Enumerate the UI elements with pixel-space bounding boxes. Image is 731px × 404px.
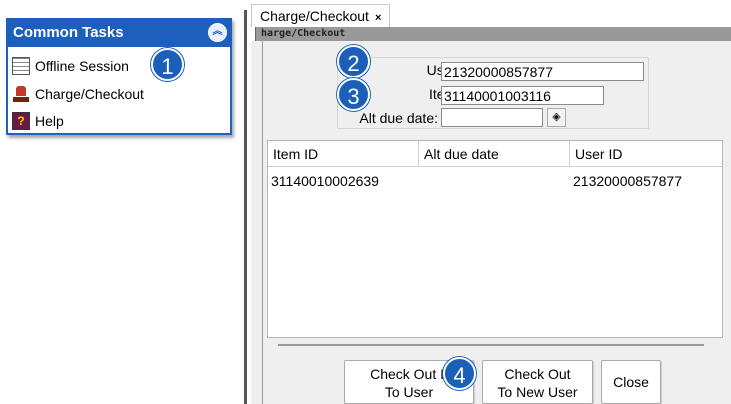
common-tasks-header[interactable]: Common Tasks ︽ (6, 18, 232, 47)
workspace-title: harge/Checkout (261, 28, 346, 39)
item-id-field[interactable] (441, 86, 604, 105)
task-offline-session[interactable]: Offline Session (12, 55, 129, 77)
check-out-new-line1: Check Out (504, 366, 571, 382)
task-charge-checkout[interactable]: Charge/Checkout (12, 83, 144, 105)
alt-due-date-label: Alt due date: (359, 110, 438, 126)
common-tasks-panel: Common Tasks ︽ Offline Session Charge/Ch… (6, 18, 232, 135)
column-alt-due-date[interactable]: Alt due date (419, 141, 570, 167)
task-charge-checkout-label: Charge/Checkout (35, 86, 144, 102)
callout-3: 3 (337, 78, 370, 111)
checkout-table: Item ID Alt due date User ID 31140010002… (267, 140, 723, 338)
panel-divider[interactable] (244, 10, 247, 404)
charge-checkout-icon (12, 85, 30, 103)
workspace-title-strip: harge/Checkout (251, 27, 731, 41)
task-help[interactable]: ? Help (12, 110, 64, 132)
cell-user-id: 21320000857877 (573, 173, 683, 189)
check-out-new-user-button[interactable]: Check Out To New User (482, 360, 593, 404)
task-offline-session-label: Offline Session (35, 58, 129, 74)
callout-2: 2 (337, 45, 370, 78)
button-separator (278, 344, 704, 346)
check-out-new-line2: To New User (497, 384, 578, 400)
checkout-workspace: harge/Checkout User ID: Item ID: Alt due… (251, 27, 731, 404)
callout-4: 4 (443, 357, 476, 390)
close-button[interactable]: Close (601, 360, 661, 404)
tab-charge-checkout[interactable]: Charge/Checkout × (251, 4, 391, 28)
cell-alt-due-date (419, 171, 570, 191)
user-id-field[interactable] (441, 62, 644, 81)
alt-due-date-field[interactable] (441, 108, 543, 127)
checkout-form: User ID: Item ID: Alt due date: ◈ (337, 57, 649, 129)
collapse-icon[interactable]: ︽ (208, 23, 227, 42)
column-item-id[interactable]: Item ID (268, 141, 419, 167)
common-tasks-title: Common Tasks (13, 24, 124, 41)
column-user-id[interactable]: User ID (570, 141, 722, 167)
table-header: Item ID Alt due date User ID (268, 141, 722, 167)
help-icon: ? (12, 112, 30, 130)
close-tab-icon[interactable]: × (375, 12, 381, 24)
calendar-icon[interactable]: ◈ (547, 108, 566, 127)
task-help-label: Help (35, 113, 64, 129)
title-strip-edge (251, 27, 256, 41)
tab-label: Charge/Checkout (260, 8, 369, 24)
callout-1: 1 (151, 48, 184, 81)
offline-session-icon (12, 57, 30, 75)
cell-item-id: 31140010002639 (271, 173, 379, 189)
